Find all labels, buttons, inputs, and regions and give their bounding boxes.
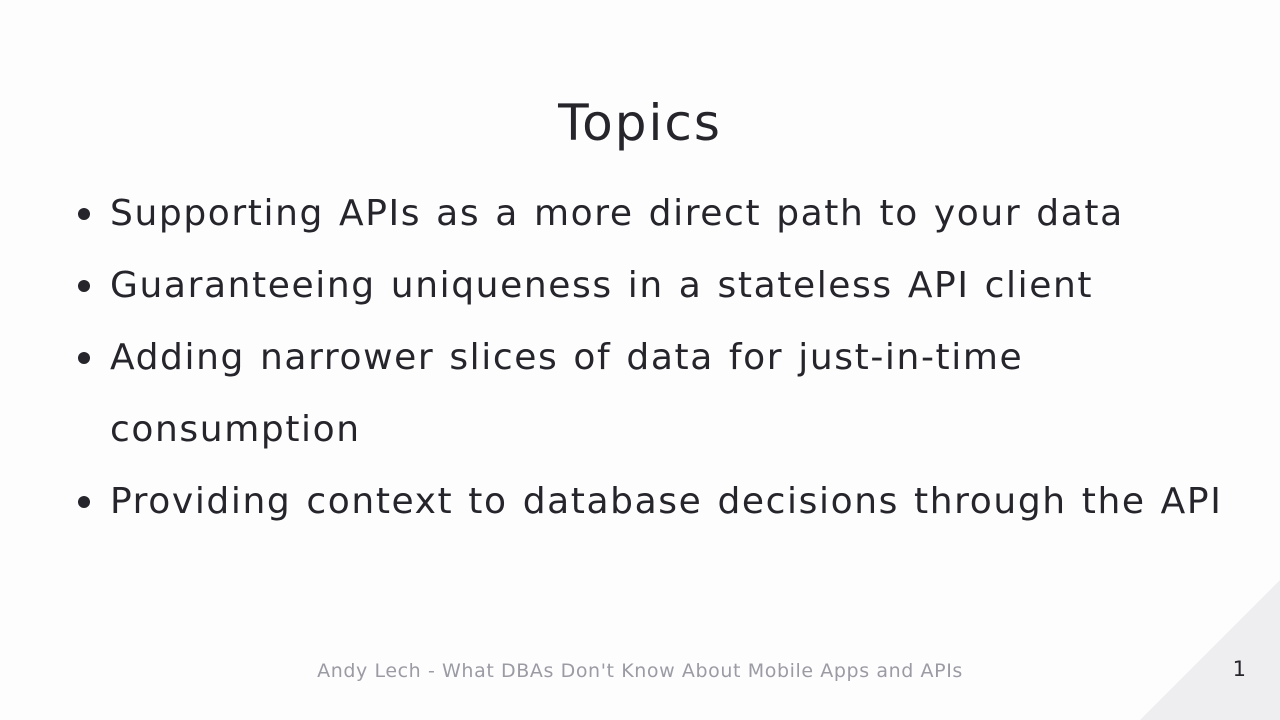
bullet-item: Providing context to database decisions … [70,466,1240,538]
bullet-icon [78,280,90,292]
corner-decoration [1140,580,1280,720]
bullet-icon [78,352,90,364]
slide-footer: Andy Lech - What DBAs Don't Know About M… [317,660,963,682]
page-number: 1 [1232,657,1246,681]
bullet-item: Guaranteeing uniqueness in a stateless A… [70,250,1240,322]
bullet-item: Adding narrower slices of data for just-… [70,322,1240,466]
bullet-text: Supporting APIs as a more direct path to… [110,193,1124,234]
bullet-item: Supporting APIs as a more direct path to… [70,178,1240,250]
bullet-list: Supporting APIs as a more direct path to… [70,178,1240,538]
bullet-text: Providing context to database decisions … [110,481,1223,522]
bullet-icon [78,496,90,508]
bullet-text: Adding narrower slices of data for just-… [110,337,1024,450]
slide: Topics Supporting APIs as a more direct … [0,0,1280,720]
bullet-text: Guaranteeing uniqueness in a stateless A… [110,265,1094,306]
bullet-icon [78,208,90,220]
slide-title: Topics [558,94,722,152]
